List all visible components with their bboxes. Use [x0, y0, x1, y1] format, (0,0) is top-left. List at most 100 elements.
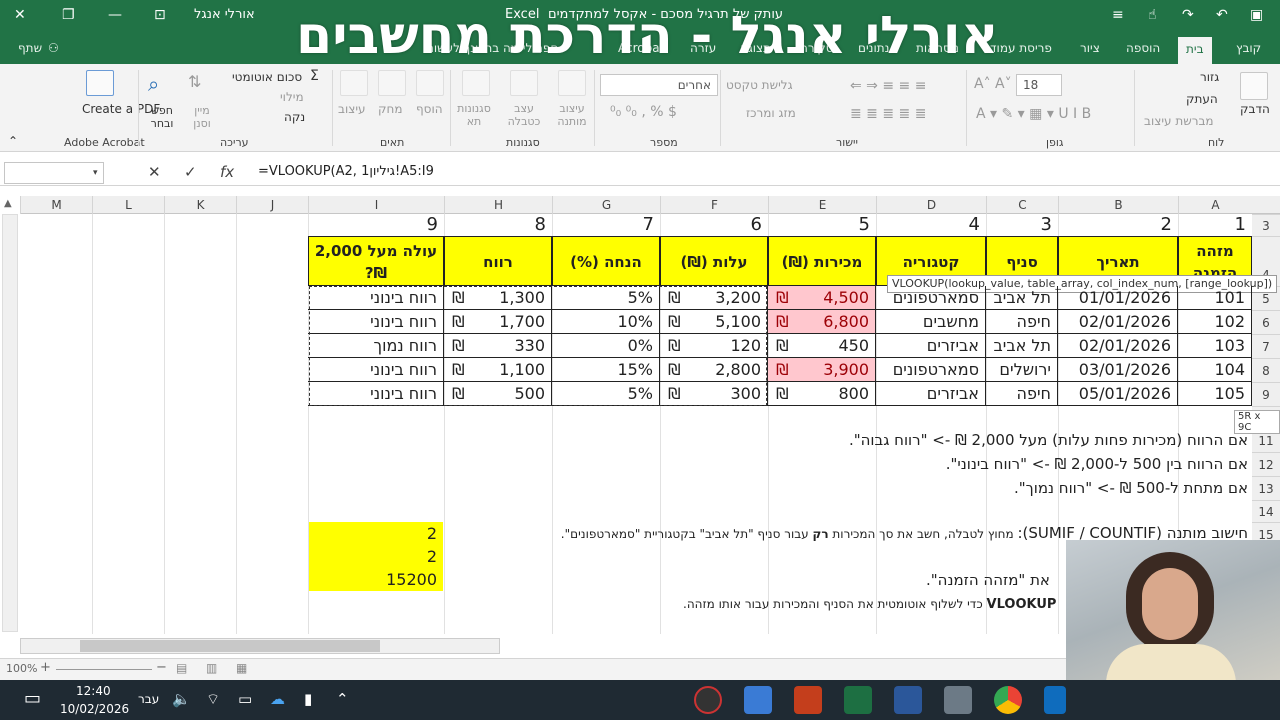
format-painter-button[interactable]: מברשת עיצוב — [1144, 114, 1214, 128]
table-cell-category[interactable]: סמארטפונים — [876, 358, 986, 382]
find-select-button[interactable]: חפש ובחר — [142, 104, 182, 130]
col-number-cell[interactable]: 1 — [1178, 214, 1252, 236]
undo-icon[interactable]: ↶ — [1216, 7, 1228, 23]
scroll-thumb[interactable] — [80, 640, 380, 652]
note-mid-profit[interactable]: אם הרווח בין 500 ל-2,000 ₪ -> "רווח בינו… — [946, 455, 1248, 473]
row-header[interactable]: 3 — [1252, 214, 1280, 236]
collapse-ribbon-icon[interactable]: ⌃ — [8, 134, 18, 148]
table-cell-category[interactable]: סמארטפונים — [876, 286, 986, 310]
table-cell-branch[interactable]: תל אביב — [986, 334, 1058, 358]
table-cell-date[interactable]: 02/01/2026 — [1058, 334, 1178, 358]
number-format-icons[interactable]: ⁰₀ ⁰₀ , % $ — [610, 104, 677, 120]
normal-view-icon[interactable]: ▦ — [236, 661, 247, 675]
header-discount[interactable]: הנחה (%) — [552, 236, 660, 286]
formula-input[interactable]: =VLOOKUP(A2, גיליון1!A5:I9 — [258, 164, 434, 179]
table-cell-id[interactable]: 101 — [1178, 286, 1252, 310]
row-header[interactable]: 9 — [1252, 382, 1280, 406]
conditional-format-button[interactable]: עיצוב מותנה — [552, 102, 592, 128]
sort-filter-button[interactable]: מיין וסנן — [186, 104, 218, 130]
table-cell-id[interactable]: 104 — [1178, 358, 1252, 382]
table-cell-branch[interactable]: חיפה — [986, 382, 1058, 406]
copy-button[interactable]: העתק — [1186, 92, 1218, 106]
zoom-level[interactable]: 100% — [6, 662, 37, 675]
cancel-formula-icon[interactable]: ✕ — [148, 163, 161, 181]
table-cell-category[interactable]: אביזרים — [876, 334, 986, 358]
chevron-down-icon[interactable]: ▾ — [93, 168, 98, 178]
column-header-f[interactable]: F — [660, 196, 768, 214]
row-header[interactable]: 12 — [1252, 452, 1280, 476]
insert-function-icon[interactable]: fx — [220, 163, 234, 181]
col-number-cell[interactable]: 8 — [444, 214, 552, 236]
clear-button[interactable]: נקה — [284, 110, 305, 124]
excel-icon[interactable] — [844, 686, 872, 714]
table-cell-date[interactable]: 05/01/2026 — [1058, 382, 1178, 406]
number-format-select[interactable]: אחרים — [600, 74, 718, 96]
volume-icon[interactable]: 🔈 — [172, 690, 191, 708]
task-order-id[interactable]: את "מזהה הזמנה". — [926, 571, 1050, 589]
notification-icon[interactable]: ▭ — [24, 688, 41, 709]
touch-mode-icon[interactable]: ☝ — [1148, 7, 1157, 23]
column-header-e[interactable]: E — [768, 196, 876, 214]
tab-page-layout[interactable]: פריסת עמוד — [990, 41, 1052, 55]
row-header[interactable]: 13 — [1252, 476, 1280, 500]
table-cell-id[interactable]: 105 — [1178, 382, 1252, 406]
result-cell[interactable]: 15200 — [309, 568, 443, 591]
tab-insert[interactable]: הוספה — [1126, 41, 1160, 55]
table-cell-branch[interactable]: חיפה — [986, 310, 1058, 334]
column-header-a[interactable]: A — [1178, 196, 1252, 214]
column-header-h[interactable]: H — [444, 196, 552, 214]
column-header-i[interactable]: I — [308, 196, 444, 214]
scroll-up-icon[interactable]: ▲ — [4, 198, 12, 209]
minimize-icon[interactable]: — — [108, 7, 122, 23]
page-break-view-icon[interactable]: ▤ — [176, 661, 187, 675]
zoom-out-icon[interactable]: − — [156, 660, 167, 675]
col-number-cell[interactable]: 7 — [552, 214, 660, 236]
column-header-j[interactable]: J — [236, 196, 308, 214]
table-cell-id[interactable]: 103 — [1178, 334, 1252, 358]
tab-home[interactable]: בית — [1178, 37, 1212, 64]
orientation-icons[interactable]: ⇐ ⇒ ≡ ≡ ≡ — [850, 78, 926, 94]
table-cell-category[interactable]: מחשבים — [876, 310, 986, 334]
language-indicator[interactable]: עבר — [138, 692, 159, 706]
zoom-in-icon[interactable]: + — [40, 660, 51, 675]
powerpoint-icon[interactable] — [794, 686, 822, 714]
row-header[interactable]: 14 — [1252, 500, 1280, 522]
ribbon-display-icon[interactable]: ⊡ — [154, 7, 166, 23]
result-cell[interactable]: 2 — [309, 522, 443, 545]
table-cell-branch[interactable]: תל אביב — [986, 286, 1058, 310]
paste-button[interactable]: הדבק — [1240, 102, 1270, 116]
column-header-m[interactable]: M — [20, 196, 92, 214]
battery-icon[interactable]: ▭ — [238, 690, 252, 708]
col-number-cell[interactable]: 9 — [308, 214, 444, 236]
header-profit[interactable]: רווח — [444, 236, 552, 286]
customize-icon[interactable]: ≡ — [1112, 7, 1124, 23]
redo-icon[interactable]: ↷ — [1182, 7, 1194, 23]
font-style-icons[interactable]: A ▾ ✎ ▾ ▦ ▾ U I B — [976, 106, 1091, 122]
page-layout-view-icon[interactable]: ▥ — [206, 661, 217, 675]
wrap-text-button[interactable]: גלישת טקסט — [726, 78, 793, 92]
font-size-select[interactable]: 18 — [1016, 74, 1062, 96]
column-header-c[interactable]: C — [986, 196, 1058, 214]
insert-cells-button[interactable]: הוסף — [416, 102, 443, 116]
note-low-profit[interactable]: אם מתחת ל-500 ₪ -> "רווח נמוך". — [1014, 479, 1248, 497]
format-cells-button[interactable]: עיצוב — [338, 102, 366, 116]
col-number-cell[interactable]: 3 — [986, 214, 1058, 236]
select-all-corner[interactable] — [1252, 196, 1280, 214]
show-hidden-icon[interactable]: ⌃ — [336, 690, 349, 708]
header-over-2000[interactable]: עולה מעל 2,000 ₪? — [308, 236, 444, 286]
vertical-scrollbar[interactable] — [2, 214, 18, 632]
col-number-cell[interactable]: 5 — [768, 214, 876, 236]
table-cell-date[interactable]: 01/01/2026 — [1058, 286, 1178, 310]
onedrive-icon[interactable]: ☁ — [270, 690, 285, 708]
delete-cells-button[interactable]: מחק — [378, 102, 403, 116]
header-sales[interactable]: מכירות (₪) — [768, 236, 876, 286]
name-box[interactable] — [4, 162, 104, 184]
note-high-profit[interactable]: אם הרווח (מכירות פחות עלות) מעל 2,000 ₪ … — [849, 431, 1248, 449]
save-icon[interactable]: ▣ — [1250, 7, 1263, 23]
obs-icon[interactable] — [694, 686, 722, 714]
table-cell-branch[interactable]: ירושלים — [986, 358, 1058, 382]
restore-icon[interactable]: ❐ — [62, 7, 75, 23]
cell-styles-button[interactable]: סגנונות תא — [454, 102, 494, 128]
table-cell-id[interactable]: 102 — [1178, 310, 1252, 334]
table-cell-category[interactable]: אביזרים — [876, 382, 986, 406]
